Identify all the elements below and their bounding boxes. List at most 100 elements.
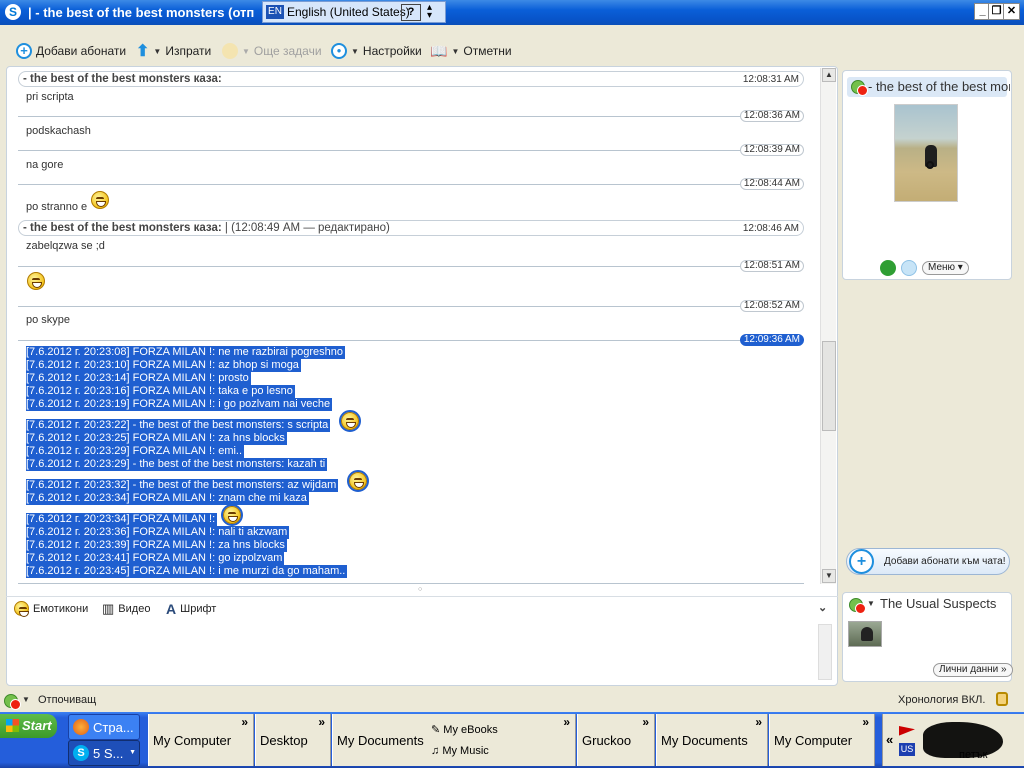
ebooks-label: My eBooks [443, 724, 498, 736]
message-sender: - the best of the best monsters каза: [23, 222, 222, 234]
smile-emoticon-icon [91, 191, 109, 209]
add-to-chat-button[interactable]: + Добави абонати към чата! [846, 548, 1010, 575]
language-bar[interactable]: EN English (United States) ? ▴ ▾ [262, 1, 446, 23]
chat-scrollbar[interactable]: ▲ ▼ [820, 68, 836, 584]
font-label: Шрифт [180, 603, 217, 615]
message-input[interactable] [8, 620, 828, 682]
message-header: - the best of the best monsters каза: | … [18, 220, 804, 236]
message-sender: - the best of the best monsters каза: [23, 73, 222, 85]
group-name: The Usual Suspects [880, 596, 997, 611]
pasted-line: [7.6.2012 г. 20:23:34] FORZA MILAN !: [26, 513, 218, 526]
smile-icon [14, 601, 29, 617]
lock-icon[interactable] [996, 692, 1008, 706]
add-contacts-button[interactable]: + Добави абонати [16, 41, 126, 61]
pasted-line: [7.6.2012 г. 20:23:36] FORZA MILAN !: na… [26, 526, 290, 539]
pasted-line: [7.6.2012 г. 20:23:16] FORZA MILAN !: ta… [26, 385, 295, 398]
message-time: 12:08:44 AM [739, 178, 804, 190]
chevron-down-icon[interactable]: ▼ [867, 599, 875, 608]
chevron-down-icon: ▼ [129, 749, 136, 756]
pasted-line: [7.6.2012 г. 20:23:22] - the best of the… [26, 419, 331, 432]
scroll-down-arrow-icon[interactable]: ▼ [822, 569, 836, 583]
group-avatar[interactable] [848, 621, 882, 647]
toolbar: + Добави абонати ⬆ ▼ Изпрати ▼ Още задач… [6, 38, 1016, 64]
compose-toolbar: Емотикони ▥ Видео A Шрифт ⌄ [6, 596, 838, 620]
task-skype[interactable]: S 5 S... ▼ [68, 740, 140, 766]
language-code[interactable]: EN [266, 5, 284, 19]
quicklink-my-computer[interactable]: My Computer » [148, 714, 254, 766]
collapse-chevron-icon[interactable]: ⌄ [818, 601, 827, 614]
font-button[interactable]: A Шрифт [166, 601, 216, 617]
taskbar: Start Стра... S 5 S... ▼ My Computer » D… [0, 712, 1024, 768]
chevron-down-icon[interactable]: ▼ [22, 695, 30, 704]
away-status-icon [849, 598, 866, 614]
quicklink-my-documents[interactable]: My Documents ✎ My eBooks ♫ My Music » [332, 714, 576, 766]
emoticons-label: Емотикони [33, 602, 89, 615]
history-status[interactable]: Хронология ВКЛ. [898, 694, 985, 706]
call-phone-icon[interactable] [880, 260, 896, 276]
ebooks-link[interactable]: ✎ My eBooks [431, 723, 498, 736]
quicklink-label: My Computer [153, 733, 232, 748]
book-icon: 📖 [430, 42, 448, 59]
contact-panel: - the best of the best monsters Меню ▾ [842, 70, 1012, 280]
language-indicator[interactable]: US [899, 743, 915, 756]
bookmarks-button[interactable]: 📖 ▼ Отметни [430, 41, 512, 61]
quicklink-label: My Computer [774, 733, 853, 748]
flag-icon[interactable] [899, 726, 915, 736]
close-button[interactable]: ✕ [1003, 3, 1020, 20]
status-text[interactable]: Отпочиващ [38, 694, 96, 706]
away-status-icon[interactable] [4, 694, 21, 710]
quicklink-my-documents-2[interactable]: My Documents » [656, 714, 768, 766]
language-name[interactable]: English (United States) [287, 5, 410, 19]
scroll-up-arrow-icon[interactable]: ▲ [822, 68, 836, 82]
message-edited: | (12:08:49 AM — редактирано) [224, 222, 390, 234]
send-button[interactable]: ⬆ ▼ Изпрати [136, 41, 211, 61]
menu-label: Меню [928, 262, 956, 273]
task-browser[interactable]: Стра... [68, 714, 140, 740]
chevron-right-icon: » [241, 715, 248, 729]
profile-button[interactable]: Лични данни » [933, 663, 1013, 677]
chevron-down-icon: ▼ [242, 46, 250, 56]
bike-wheel [926, 161, 934, 169]
quicklink-desktop[interactable]: Desktop » [255, 714, 331, 766]
resize-handle[interactable]: ○ [418, 586, 422, 593]
emoticons-button[interactable]: Емотикони [14, 601, 89, 617]
message-text: po stranno e [26, 201, 87, 213]
quicklink-label: My Documents [661, 733, 748, 748]
quicklink-gruckoo[interactable]: Gruckoo » [577, 714, 655, 766]
quicklink-label: Desktop [260, 733, 308, 748]
message-time: 12:09:36 AM [739, 334, 804, 346]
chat-history[interactable]: - the best of the best monsters каза: 12… [18, 70, 808, 585]
window-title: | - the best of the best monsters (отп [28, 5, 255, 20]
day-label: петък [959, 749, 988, 761]
title-bar: S | - the best of the best monsters (отп… [0, 0, 1024, 25]
pasted-line: [7.6.2012 г. 20:23:29] FORZA MILAN !: em… [26, 445, 245, 458]
away-status-icon [851, 80, 868, 96]
message-separator [18, 266, 804, 267]
windows-logo-icon [6, 719, 19, 732]
video-button[interactable]: ▥ Видео [102, 601, 150, 617]
help-icon[interactable]: ? [401, 4, 421, 21]
pasted-line: [7.6.2012 г. 20:23:19] FORZA MILAN !: i … [26, 398, 333, 411]
contact-title[interactable]: - the best of the best monsters [847, 77, 1010, 97]
input-scrollbar[interactable] [818, 624, 832, 680]
chat-bubble-icon[interactable] [901, 260, 917, 276]
message-separator [18, 340, 804, 341]
pasted-line: [7.6.2012 г. 20:23:14] FORZA MILAN !: pr… [26, 372, 251, 385]
add-to-chat-label: Добави абонати към чата! [884, 556, 1006, 567]
scroll-thumb[interactable] [822, 341, 836, 431]
message-text: po skype [26, 314, 71, 326]
more-tasks-button[interactable]: ▼ Още задачи [222, 41, 322, 61]
language-options-icon[interactable]: ▴ ▾ [427, 3, 432, 21]
settings-button[interactable]: ● ▼ Настройки [331, 41, 422, 61]
music-link[interactable]: ♫ My Music [431, 745, 489, 757]
quicklink-my-computer-2[interactable]: My Computer » [769, 714, 875, 766]
message-time: 12:08:36 AM [739, 110, 804, 122]
system-tray: « US петък [882, 714, 1024, 766]
pasted-line: [7.6.2012 г. 20:23:08] FORZA MILAN !: ne… [26, 346, 345, 359]
show-hidden-icons-icon[interactable]: « [886, 732, 893, 747]
menu-button[interactable]: Меню ▾ [922, 261, 969, 275]
contact-avatar[interactable] [894, 104, 958, 202]
skype-icon: S [73, 745, 89, 761]
start-button[interactable]: Start [0, 714, 57, 738]
message-separator [18, 116, 804, 117]
